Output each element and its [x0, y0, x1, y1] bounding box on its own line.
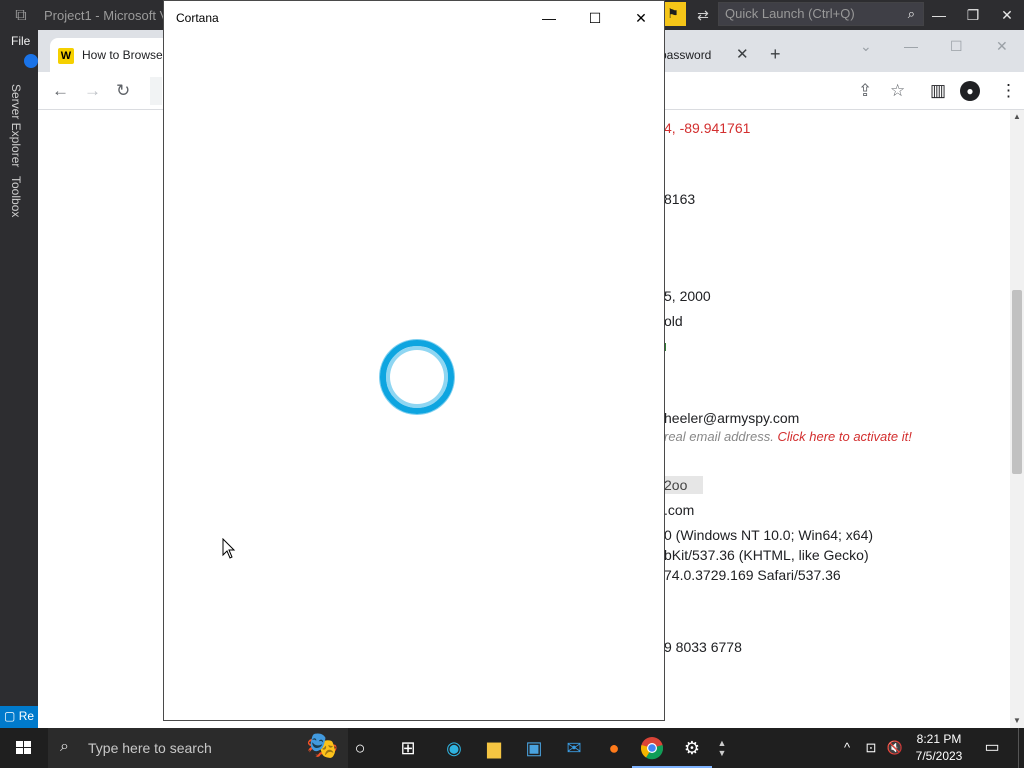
taskbar-scroll-arrows-icon[interactable]: ▲ ▼	[712, 728, 732, 768]
cortana-ring-icon	[380, 340, 454, 414]
clock-time: 8:21 PM	[916, 732, 962, 746]
vs-minimize-button[interactable]: —	[924, 4, 954, 26]
windows-taskbar: ⌕ Type here to search 🎭 ○ ⊞ ◉ ▆ ▣ ✉ ● ⚙ …	[0, 728, 1024, 768]
card-number-value: 9 8033 6778	[664, 639, 742, 655]
new-tab-button[interactable]: +	[770, 44, 781, 65]
network-icon[interactable]: ⊡	[860, 728, 882, 768]
vs-window-title: Project1 - Microsoft Vi	[44, 8, 171, 23]
taskbar-clock[interactable]: 8:21 PM 7/5/2023	[906, 731, 972, 765]
cortana-maximize-button[interactable]: ☐	[583, 9, 607, 27]
website-value: .com	[664, 502, 695, 518]
coordinates-value: 4, -89.941761	[664, 120, 751, 136]
vs-file-menu[interactable]: File	[11, 34, 30, 48]
activate-email-link[interactable]: Click here to activate it!	[777, 429, 911, 444]
chrome-minimize-button[interactable]: —	[904, 38, 918, 54]
page-value: 8163	[664, 191, 696, 207]
taskbar-search-box[interactable]: ⌕ Type here to search 🎭	[48, 728, 348, 768]
chrome-taskbar-icon[interactable]	[632, 728, 672, 768]
page-value-highlighted: 2oo	[664, 476, 704, 494]
tab-label: How to Browse	[82, 48, 163, 62]
cortana-window: Cortana — ☐ ✕	[163, 0, 665, 721]
edge-browser-icon[interactable]: ◉	[434, 728, 474, 768]
show-hidden-icons-chevron-icon[interactable]: ^	[838, 728, 856, 768]
scrollbar-thumb[interactable]	[1012, 290, 1022, 474]
tab-password-label[interactable]: password	[660, 48, 711, 62]
cortana-taskbar-icon[interactable]: ○	[340, 728, 380, 768]
forward-arrow-icon[interactable]: →	[84, 81, 101, 101]
vs-restore-button[interactable]: ❐	[958, 4, 988, 26]
vs-close-button[interactable]: ✕	[992, 4, 1022, 26]
cortana-close-button[interactable]: ✕	[629, 9, 653, 27]
windows-start-button[interactable]	[0, 728, 48, 768]
vs-notifications-icon[interactable]: ⇄	[692, 4, 714, 26]
microsoft-store-icon[interactable]: ▣	[514, 728, 554, 768]
chrome-close-button[interactable]: ✕	[996, 38, 1008, 55]
scroll-down-icon[interactable]: ▼	[1013, 716, 1021, 725]
share-icon[interactable]: ⇪	[858, 81, 872, 101]
address-bar[interactable]	[150, 77, 162, 105]
status-text: Re	[18, 709, 35, 723]
visual-studio-logo-icon[interactable]: ⧉	[10, 6, 32, 26]
taskbar-search-placeholder: Type here to search	[88, 740, 212, 756]
reload-icon[interactable]: ↻	[116, 81, 130, 101]
profile-avatar-icon[interactable]: ●	[960, 81, 980, 101]
wikihow-favicon-icon: W	[58, 48, 74, 64]
edge-sidebar-icon	[24, 54, 38, 68]
clock-date: 7/5/2023	[915, 749, 963, 763]
vs-side-panel	[0, 78, 32, 706]
chrome-menu-icon[interactable]: ⋮	[1000, 81, 1017, 101]
search-highlight-illustration-icon: 🎭	[306, 730, 339, 760]
windows-logo-icon	[16, 741, 31, 754]
status-icon: ▢	[4, 709, 16, 723]
cortana-title: Cortana	[176, 11, 219, 25]
scroll-up-icon[interactable]: ▲	[1013, 112, 1021, 121]
file-explorer-icon[interactable]: ▆	[474, 728, 514, 768]
search-icon: ⌕	[907, 6, 915, 21]
page-value: old	[664, 313, 683, 329]
mail-icon[interactable]: ✉	[554, 728, 594, 768]
cortana-minimize-button[interactable]: —	[537, 9, 561, 27]
task-view-icon[interactable]: ⊞	[388, 728, 428, 768]
server-explorer-tab[interactable]: Server Explorer	[9, 84, 23, 167]
chevron-down-icon[interactable]: ⌄	[860, 38, 872, 55]
show-desktop-button[interactable]	[1018, 728, 1024, 768]
vs-status-bar: ▢ Re	[0, 706, 40, 728]
mouse-cursor-icon	[222, 538, 236, 559]
user-agent-line: 0 (Windows NT 10.0; Win64; x64)	[664, 527, 874, 543]
birthday-value: 5, 2000	[664, 288, 711, 304]
quick-launch-placeholder: Quick Launch (Ctrl+Q)	[725, 6, 855, 21]
email-note: real email address. Click here to activa…	[664, 429, 912, 444]
tab-close-icon[interactable]: ✕	[736, 45, 749, 63]
search-icon: ⌕	[60, 738, 69, 755]
vs-quick-launch-input[interactable]: Quick Launch (Ctrl+Q) ⌕	[718, 2, 924, 26]
user-agent-line: bKit/537.36 (KHTML, like Gecko)	[664, 547, 869, 563]
user-agent-line: 74.0.3729.169 Safari/537.36	[664, 567, 841, 583]
settings-gear-icon[interactable]: ⚙	[672, 728, 712, 768]
chrome-maximize-button[interactable]: ☐	[950, 38, 963, 55]
notification-center-icon[interactable]: ▭	[978, 728, 1006, 768]
email-note-text: real email address.	[664, 429, 774, 444]
bookmark-star-icon[interactable]: ☆	[890, 81, 905, 101]
back-arrow-icon[interactable]: ←	[52, 81, 69, 101]
side-panel-icon[interactable]: ▥	[930, 81, 946, 101]
toolbox-tab[interactable]: Toolbox	[9, 176, 23, 217]
chrome-logo-icon	[640, 737, 664, 760]
email-value: heeler@armyspy.com	[664, 410, 800, 426]
volume-muted-icon[interactable]: 🔇	[884, 728, 906, 768]
firefox-icon[interactable]: ●	[594, 728, 634, 768]
